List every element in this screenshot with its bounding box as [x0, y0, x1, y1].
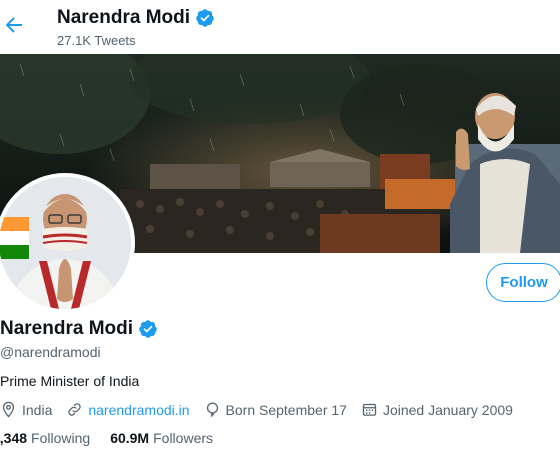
born-text: Born September 17 [225, 401, 347, 418]
follow-button[interactable]: Follow [486, 263, 560, 302]
following-count: 2,348 [0, 430, 28, 446]
balloon-icon [206, 402, 218, 418]
followers-label: Followers [153, 430, 214, 446]
profile-bio: Prime Minister of India [0, 373, 140, 389]
meta-website: narendramodi.in [66, 401, 190, 418]
verified-badge-icon [139, 320, 157, 338]
followers-count: 60.9M [110, 430, 150, 446]
header-title: Narendra Modi [57, 7, 215, 29]
website-link[interactable]: narendramodi.in [88, 402, 189, 418]
location-text: India [22, 401, 53, 418]
top-bar: Narendra Modi 27.1K Tweets [0, 0, 560, 54]
profile-name: Narendra Modi [0, 318, 134, 339]
location-pin-icon [2, 401, 15, 418]
profile-stats: 2,348Following 60.9MFollowers [0, 430, 233, 446]
meta-location: India [0, 401, 52, 418]
profile-avatar[interactable] [0, 173, 135, 313]
link-icon [68, 403, 82, 416]
profile-meta: India narendramodi.in Born September 17 … [0, 401, 527, 418]
followers-link[interactable]: 60.9M Followers [110, 430, 213, 446]
avatar-photo [0, 177, 131, 309]
profile-handle: @narendramodi [0, 344, 101, 360]
following-label: Following [31, 430, 91, 446]
back-arrow-icon[interactable] [2, 13, 26, 37]
header-name: Narendra Modi [57, 7, 191, 28]
calendar-icon [362, 403, 377, 416]
tweets-count: 27.1K Tweets [57, 33, 136, 48]
profile-name-row: Narendra Modi [0, 318, 158, 340]
verified-badge-icon [196, 9, 214, 27]
following-link[interactable]: 2,348Following [0, 430, 90, 446]
meta-born: Born September 17 [204, 401, 347, 418]
joined-text: Joined January 2009 [382, 401, 513, 418]
meta-joined: Joined January 2009 [361, 401, 513, 418]
